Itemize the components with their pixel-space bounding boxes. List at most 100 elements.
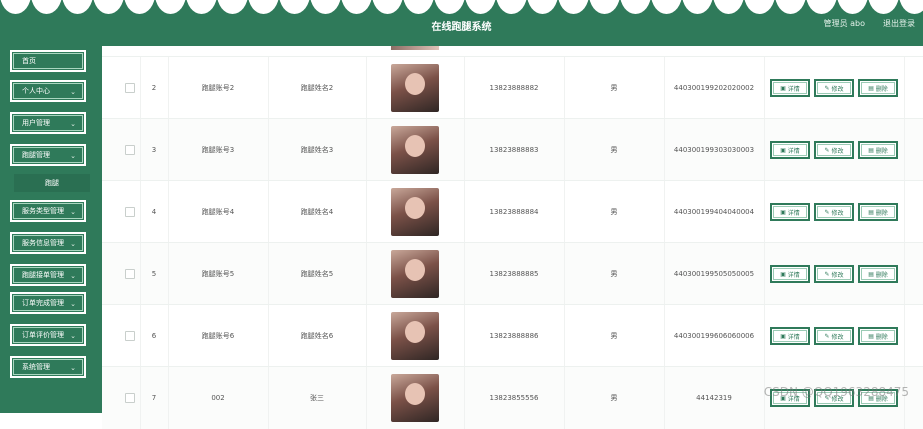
chevron-down-icon: ⌄	[70, 120, 76, 128]
sidebar-item-runner-management[interactable]: 跑腿管理 ⌄	[10, 144, 86, 166]
sidebar-subitem-runner[interactable]: 跑腿	[14, 174, 90, 192]
trash-icon: ▤	[868, 270, 876, 278]
detail-button[interactable]: ▣ 详情	[770, 265, 810, 283]
chevron-down-icon: ⌄	[70, 240, 76, 248]
edit-button[interactable]: ✎ 修改	[814, 203, 854, 221]
table-row: 4 跑腿账号4 跑腿姓名4 13823888884 男 440300199404…	[102, 180, 923, 243]
detail-icon: ▣	[780, 270, 788, 278]
runner-phone: 13823888886	[464, 305, 565, 367]
runner-gender: 男	[564, 243, 665, 305]
detail-button[interactable]: ▣ 详情	[770, 79, 810, 97]
sidebar-item-service-info-management[interactable]: 服务信息管理 ⌄	[10, 232, 86, 254]
trash-icon: ▤	[868, 146, 876, 154]
detail-button[interactable]: ▣ 详情	[770, 203, 810, 221]
sidebar-item-label: 订单评价管理	[22, 331, 64, 339]
row-checkbox[interactable]	[125, 145, 135, 155]
sidebar-item-home[interactable]: 首页	[10, 50, 86, 72]
current-user-label: 管理员 abo	[823, 19, 865, 28]
runner-name: 跑腿姓名6	[268, 305, 367, 367]
detail-icon: ▣	[780, 146, 788, 154]
runner-account: 002	[168, 367, 269, 429]
sidebar-item-personal-center[interactable]: 个人中心 ⌄	[10, 80, 86, 102]
trash-icon: ▤	[868, 84, 876, 92]
detail-icon: ▣	[780, 332, 788, 340]
trash-icon: ▤	[868, 208, 876, 216]
delete-button[interactable]: ▤ 删除	[858, 203, 898, 221]
runner-gender: 男	[564, 367, 665, 429]
sidebar-item-label: 系统管理	[22, 363, 50, 371]
edit-icon: ✎	[824, 208, 832, 216]
row-checkbox[interactable]	[125, 393, 135, 403]
edit-icon: ✎	[824, 270, 832, 278]
sidebar-item-system-management[interactable]: 系统管理 ⌄	[10, 356, 86, 378]
detail-button[interactable]: ▣ 详情	[770, 327, 810, 345]
runner-phone: 13823888885	[464, 243, 565, 305]
row-index: 4	[140, 181, 169, 243]
top-header: 在线跑腿系统 管理员 abo 退出登录	[0, 0, 923, 46]
runner-name: 跑腿姓名2	[268, 57, 367, 119]
edit-button[interactable]: ✎ 修改	[814, 265, 854, 283]
runner-id-card: 440300199202020002	[664, 57, 765, 119]
row-checkbox[interactable]	[125, 269, 135, 279]
delete-button[interactable]: ▤ 删除	[858, 141, 898, 159]
app-title: 在线跑腿系统	[431, 22, 492, 33]
detail-button[interactable]: ▣ 详情	[770, 141, 810, 159]
sidebar-item-service-type-management[interactable]: 服务类型管理 ⌄	[10, 200, 86, 222]
runner-photo	[391, 188, 439, 236]
sidebar-item-label: 首页	[22, 57, 36, 65]
chevron-down-icon: ⌄	[70, 272, 76, 280]
runner-account: 跑腿账号3	[168, 119, 269, 181]
logout-link[interactable]: 退出登录	[883, 18, 915, 29]
runner-id-card: 440300199303030003	[664, 119, 765, 181]
row-checkbox[interactable]	[125, 83, 135, 93]
row-index: 2	[140, 57, 169, 119]
sidebar-item-label: 服务信息管理	[22, 239, 64, 247]
sidebar-item-label: 服务类型管理	[22, 207, 64, 215]
runner-name: 跑腿姓名4	[268, 181, 367, 243]
trash-icon: ▤	[868, 332, 876, 340]
delete-button[interactable]: ▤ 删除	[858, 79, 898, 97]
edit-button[interactable]: ✎ 修改	[814, 141, 854, 159]
chevron-down-icon: ⌄	[70, 364, 76, 372]
runner-id-card: 440300199505050005	[664, 243, 765, 305]
table-row: 5 跑腿账号5 跑腿姓名5 13823888885 男 440300199505…	[102, 242, 923, 305]
runner-photo	[391, 312, 439, 360]
sidebar-item-user-management[interactable]: 用户管理 ⌄	[10, 112, 86, 134]
row-index: 3	[140, 119, 169, 181]
runner-id-card: 440300199606060006	[664, 305, 765, 367]
delete-button[interactable]: ▤ 删除	[858, 327, 898, 345]
sidebar-item-label: 跑腿管理	[22, 151, 50, 159]
edit-icon: ✎	[824, 332, 832, 340]
edit-icon: ✎	[824, 146, 832, 154]
chevron-down-icon: ⌄	[70, 332, 76, 340]
table-row: 2 跑腿账号2 跑腿姓名2 13823888882 男 440300199202…	[102, 56, 923, 119]
sidebar-item-order-accept-management[interactable]: 跑腿接单管理 ⌄	[10, 264, 86, 286]
row-checkbox[interactable]	[125, 331, 135, 341]
row-checkbox[interactable]	[125, 207, 135, 217]
row-index: 6	[140, 305, 169, 367]
edit-button[interactable]: ✎ 修改	[814, 79, 854, 97]
detail-icon: ▣	[780, 208, 788, 216]
sidebar-item-label: 订单完成管理	[22, 299, 64, 307]
runner-id-card: 44142319	[664, 367, 765, 429]
runner-account: 跑腿账号4	[168, 181, 269, 243]
runner-account: 跑腿账号5	[168, 243, 269, 305]
runner-phone: 13823888882	[464, 57, 565, 119]
runner-name: 跑腿姓名5	[268, 243, 367, 305]
sidebar-item-label: 个人中心	[22, 87, 50, 95]
runner-phone: 13823888884	[464, 181, 565, 243]
edit-icon: ✎	[824, 84, 832, 92]
sidebar-item-order-complete-management[interactable]: 订单完成管理 ⌄	[10, 292, 86, 314]
row-index: 7	[140, 367, 169, 429]
watermark-text: CSDN @QQ1963288475	[763, 385, 909, 399]
edit-button[interactable]: ✎ 修改	[814, 327, 854, 345]
runner-photo	[391, 250, 439, 298]
delete-button[interactable]: ▤ 删除	[858, 265, 898, 283]
runner-photo	[391, 64, 439, 112]
runner-phone: 13823888883	[464, 119, 565, 181]
sidebar: 首页 个人中心 ⌄ 用户管理 ⌄ 跑腿管理 ⌄ 跑腿 服务类型管理 ⌄ 服务信息…	[0, 42, 102, 413]
sidebar-item-label: 用户管理	[22, 119, 50, 127]
table-row: 6 跑腿账号6 跑腿姓名6 13823888886 男 440300199606…	[102, 304, 923, 367]
sidebar-item-order-review-management[interactable]: 订单评价管理 ⌄	[10, 324, 86, 346]
chevron-down-icon: ⌄	[70, 208, 76, 216]
